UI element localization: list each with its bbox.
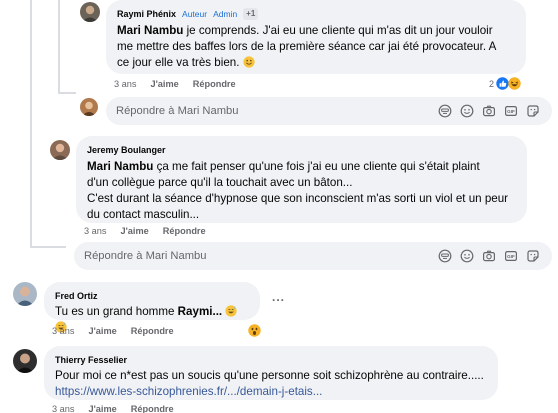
- comment-bubble: Raymi Phénix Auteur Admin +1 Mari Nambu …: [106, 0, 526, 74]
- comment-author[interactable]: Raymi Phénix: [117, 9, 176, 19]
- like-button[interactable]: J'aime: [88, 326, 116, 336]
- like-button[interactable]: J'aime: [120, 226, 148, 236]
- camera-icon[interactable]: [482, 249, 496, 263]
- comment-actions: 3 ans J'aime Répondre: [84, 226, 206, 236]
- comment-author[interactable]: Jeremy Boulanger: [87, 145, 166, 155]
- emoji-icon[interactable]: [460, 249, 474, 263]
- avatar[interactable]: [50, 140, 70, 160]
- mention-link[interactable]: Mari Nambu: [117, 24, 183, 37]
- avatar-image: [80, 2, 100, 22]
- comment-time[interactable]: 3 ans: [52, 404, 74, 413]
- more-badges[interactable]: +1: [243, 7, 259, 20]
- reaction-count: 2: [489, 78, 495, 89]
- more-options-button[interactable]: ...: [272, 290, 285, 304]
- comment-actions: 3 ans J'aime Répondre: [52, 326, 174, 336]
- reply-placeholder: Répondre à Mari Nambu: [116, 105, 239, 117]
- emoji-icon[interactable]: [460, 104, 474, 118]
- comment-bubble: Jeremy Boulanger Mari Nambu ça me fait p…: [76, 136, 527, 223]
- avatar[interactable]: [13, 282, 37, 306]
- reply-placeholder: Répondre à Mari Nambu: [84, 250, 207, 262]
- camera-icon[interactable]: [482, 104, 496, 118]
- avatar[interactable]: [80, 2, 100, 22]
- like-button[interactable]: J'aime: [88, 404, 116, 413]
- comment-text-part: du contact masculin...: [87, 208, 200, 221]
- thread-line: [30, 0, 32, 248]
- svg-text:GIF: GIF: [507, 254, 515, 259]
- thread-line: [58, 0, 60, 94]
- haha-icon: [508, 77, 521, 90]
- gif-icon[interactable]: GIF: [504, 104, 518, 118]
- comment-text-part: Tu es un grand homme: [55, 305, 178, 318]
- gif-icon[interactable]: GIF: [504, 249, 518, 263]
- svg-text:GIF: GIF: [507, 109, 515, 114]
- admin-badge: Admin: [213, 8, 238, 19]
- comment-text-part: Pour moi ce n*est pas un soucis qu'une p…: [55, 369, 484, 382]
- like-button[interactable]: J'aime: [150, 79, 178, 89]
- avatar-sticker-icon[interactable]: [438, 249, 452, 263]
- mention-link[interactable]: Raymi...: [178, 305, 222, 318]
- comment-actions: 3 ans J'aime Répondre: [114, 79, 236, 89]
- avatar[interactable]: [13, 349, 37, 373]
- avatar-image: [13, 349, 37, 373]
- comment-text-part: me mettre des baffes lors de la première…: [117, 40, 497, 53]
- comment-text: Mari Nambu ça me fait penser qu'une fois…: [87, 159, 516, 223]
- comment-text-part: C'est durant la séance d'hypnose que son…: [87, 192, 509, 205]
- reply-button[interactable]: Répondre: [193, 79, 236, 89]
- grinning-sweat-emoji-icon: [225, 305, 237, 317]
- comment-text-part: je comprends. J'ai eu une cliente qui m'…: [183, 24, 493, 37]
- author-badge: Auteur: [182, 8, 208, 19]
- composer-tools: GIF: [438, 249, 552, 263]
- thread-line: [30, 246, 66, 248]
- reply-input[interactable]: Répondre à Mari Nambu GIF: [106, 97, 552, 125]
- comment-time[interactable]: 3 ans: [52, 326, 74, 336]
- reply-button[interactable]: Répondre: [131, 404, 174, 413]
- avatar-image: [80, 98, 98, 116]
- grinning-emoji-icon: [243, 56, 255, 68]
- current-user-avatar[interactable]: [80, 98, 98, 116]
- reaction-summary[interactable]: 2: [489, 77, 521, 90]
- comment-actions: 3 ans J'aime Répondre: [52, 404, 174, 413]
- comment-bubble: Thierry Fesselier Pour moi ce n*est pas …: [44, 346, 498, 400]
- thread-line: [58, 92, 76, 94]
- reply-button[interactable]: Répondre: [131, 326, 174, 336]
- comment-author[interactable]: Thierry Fesselier: [55, 355, 127, 365]
- composer-tools: GIF: [438, 104, 552, 118]
- comment-bubble: Fred Ortiz Tu es un grand homme Raymi...: [44, 282, 260, 333]
- avatar-sticker-icon[interactable]: [438, 104, 452, 118]
- reaction-summary[interactable]: [248, 324, 261, 337]
- sticker-icon[interactable]: [526, 249, 540, 263]
- comment-time[interactable]: 3 ans: [84, 226, 106, 236]
- comment-text-part: d'un collègue parce qu'il la touchait av…: [87, 176, 353, 189]
- wow-icon: [248, 324, 261, 337]
- comment-author[interactable]: Fred Ortiz: [55, 291, 98, 301]
- external-link[interactable]: https://www.les-schizophrenies.fr/.../de…: [55, 385, 322, 398]
- comment-time[interactable]: 3 ans: [114, 79, 136, 89]
- sticker-icon[interactable]: [526, 104, 540, 118]
- avatar-image: [50, 140, 70, 160]
- reply-input[interactable]: Répondre à Mari Nambu GIF: [74, 242, 552, 270]
- comment-text: Mari Nambu je comprends. J'ai eu une cli…: [117, 23, 515, 71]
- reply-button[interactable]: Répondre: [163, 226, 206, 236]
- mention-link[interactable]: Mari Nambu: [87, 160, 153, 173]
- avatar-image: [13, 282, 37, 306]
- comment-text-part: ça me fait penser qu'une fois j'ai eu un…: [153, 160, 480, 173]
- comment-text-part: ce jour elle va très bien.: [117, 56, 240, 69]
- comment-text: Pour moi ce n*est pas un soucis qu'une p…: [55, 368, 487, 400]
